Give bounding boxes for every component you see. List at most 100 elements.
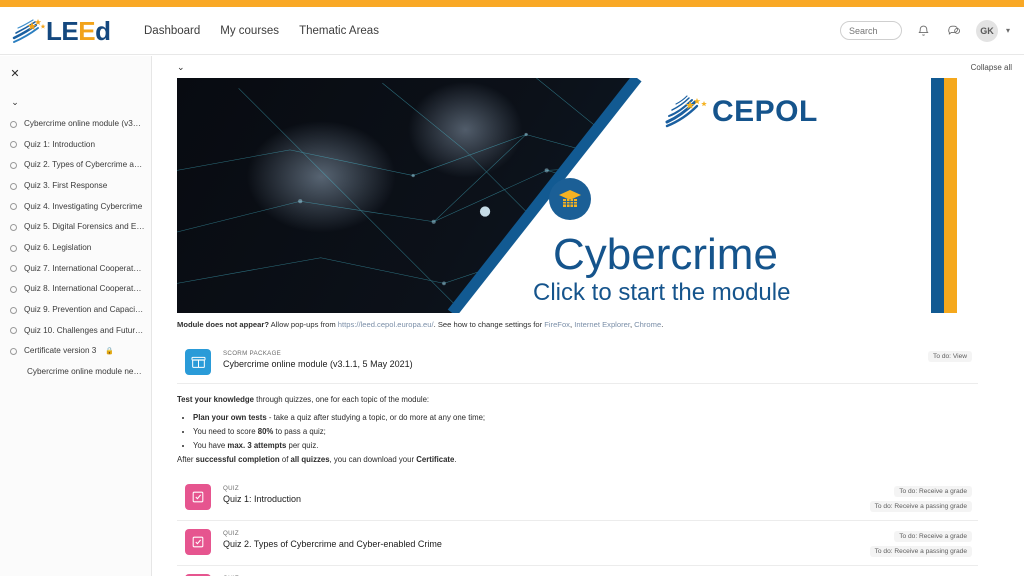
sidebar-item-12[interactable]: Cybercrime online module ne… — [0, 362, 151, 383]
bullet-1-pre: You need to score — [193, 426, 258, 436]
bullet-0-rest: - take a quiz after studying a topic, or… — [266, 412, 486, 422]
sidebar-item-label: Cybercrime online module (v3… — [24, 119, 141, 128]
activity-row-scorm[interactable]: SCORM PACKAGE Cybercrime online module (… — [177, 341, 978, 384]
sidebar-item-10[interactable]: Quiz 10. Challenges and Futur… — [0, 321, 151, 342]
graduation-cap-badge — [549, 178, 591, 220]
closing-mid: of — [279, 454, 291, 464]
intro-lead: Test your knowledge through quizzes, one… — [177, 394, 978, 406]
closing-b1: successful completion — [195, 454, 280, 464]
firefox-settings-link[interactable]: FireFox — [544, 320, 570, 329]
sidebar-item-4[interactable]: Quiz 4. Investigating Cybercrime — [0, 197, 151, 218]
completion-circle-icon — [10, 348, 17, 356]
activity-status: To do: View — [928, 349, 972, 362]
brand-text-d: d — [95, 15, 111, 46]
chevron-down-icon[interactable]: ⌄ — [8, 96, 22, 108]
sidebar-item-0[interactable]: Cybercrime online module (v3… — [0, 114, 151, 135]
note-end: . — [661, 320, 664, 329]
cepol-logo: CEPOL — [664, 95, 818, 129]
sidebar-item-label: Quiz 3. First Response — [24, 180, 108, 190]
sidebar-item-label: Quiz 5. Digital Forensics and E… — [24, 222, 145, 232]
user-menu-chevron-down-icon[interactable]: ▾ — [1006, 26, 1010, 35]
sidebar-item-8[interactable]: Quiz 8. International Cooperat… — [0, 279, 151, 300]
activity-kind-label: QUIZ — [223, 485, 239, 493]
activity-kind-label: QUIZ — [223, 530, 239, 538]
sidebar-item-2[interactable]: Quiz 2. Types of Cybercrime a… — [0, 155, 151, 176]
banner-blue-bar — [931, 78, 944, 313]
activity-name-link[interactable]: Quiz 1: Introduction — [223, 494, 870, 506]
nav-item-thematic-areas[interactable]: Thematic Areas — [299, 25, 379, 37]
activity-status: To do: Receive a grade To do: Receive a p… — [869, 529, 972, 558]
cepol-wordmark: CEPOL — [712, 95, 818, 128]
brand-wordmark: LEEd — [46, 15, 111, 46]
banner-orange-bar — [944, 78, 957, 313]
course-index-sidebar: ✕ ⌄ Cybercrime online module (v3… Quiz 1:… — [0, 56, 152, 576]
nav-item-dashboard[interactable]: Dashboard — [144, 25, 200, 37]
primary-nav: Dashboard My courses Thematic Areas — [144, 25, 379, 37]
top-accent-strip — [0, 0, 1024, 7]
banner-subtitle: Click to start the module — [533, 279, 791, 306]
sidebar-item-label: Quiz 2. Types of Cybercrime a… — [24, 160, 143, 170]
activity-name-link[interactable]: Quiz 2. Types of Cybercrime and Cyber-en… — [223, 539, 870, 551]
activity-row-quiz-1[interactable]: QUIZ Quiz 1: Introduction To do: Receive a… — [177, 476, 978, 522]
activity-row-quiz-3[interactable]: QUIZQuiz 3. First ResponseTo do: Receive… — [177, 566, 978, 576]
bullet-1-bold: 80% — [257, 426, 274, 436]
note-text-before: Allow pop-ups from — [268, 320, 338, 329]
sidebar-item-label: Cybercrime online module ne… — [27, 366, 142, 376]
avatar[interactable]: GK — [975, 19, 998, 42]
close-icon[interactable]: ✕ — [8, 66, 22, 80]
status-badge-todo-passing-grade: To do: Receive a passing grade — [869, 501, 972, 513]
sidebar-item-11[interactable]: Certificate version 3 🔒 — [0, 341, 151, 362]
module-banner-wrapper: CEPOL Cybercrime Click to start the modu… — [153, 78, 1024, 313]
sidebar-item-7[interactable]: Quiz 7. International Cooperat… — [0, 259, 151, 280]
completion-circle-icon — [10, 327, 17, 335]
quiz-icon — [185, 484, 211, 511]
note-text-after: . See how to change settings for — [433, 320, 545, 329]
closing-b3: Certificate — [416, 454, 455, 464]
intro-lead-bold: Test your knowledge — [177, 394, 254, 404]
search-input[interactable] — [839, 21, 902, 40]
bullet-0-bold: Plan your own tests — [193, 412, 267, 422]
graduation-cap-icon — [559, 190, 581, 207]
activity-name-link[interactable]: Cybercrime online module (v3.1.1, 5 May … — [223, 359, 928, 371]
banner-title: Cybercrime — [553, 230, 778, 279]
sidebar-item-label: Certificate version 3 — [24, 346, 97, 356]
completion-circle-icon — [10, 265, 17, 273]
module-banner[interactable]: CEPOL Cybercrime Click to start the modu… — [177, 78, 978, 313]
module-intro-text: Test your knowledge through quizzes, one… — [177, 394, 978, 466]
completion-circle-icon — [10, 182, 17, 190]
section-toolbar: ⌄ Collapse all — [153, 56, 1024, 78]
bullet-2-pre: You have — [193, 440, 228, 450]
quiz-icon — [185, 529, 211, 556]
collapse-all-link[interactable]: Collapse all — [971, 63, 1012, 72]
completion-circle-icon — [10, 286, 17, 294]
scorm-package-icon — [185, 348, 211, 375]
sidebar-item-5[interactable]: Quiz 5. Digital Forensics and E… — [0, 217, 151, 238]
nav-item-my-courses[interactable]: My courses — [220, 25, 279, 37]
messages-chat-icon[interactable] — [946, 23, 962, 39]
site-header: LEEd Dashboard My courses Thematic Areas… — [0, 7, 1024, 55]
status-badge-todo-grade: To do: Receive a grade — [894, 486, 972, 498]
notification-bell-icon[interactable] — [916, 23, 932, 39]
internet-explorer-settings-link[interactable]: Internet Explorer — [574, 320, 630, 329]
closing-b2: all quizzes — [290, 454, 330, 464]
popup-help-note: Module does not appear? Allow pop-ups fr… — [177, 320, 978, 331]
closing-end: . — [454, 454, 457, 464]
leed-url-link[interactable]: https://leed.cepol.europa.eu/ — [338, 320, 434, 329]
activity-row-quiz-2[interactable]: QUIZ Quiz 2. Types of Cybercrime and Cybe… — [177, 521, 978, 567]
sidebar-item-label: Quiz 10. Challenges and Futur… — [24, 325, 144, 335]
site-logo[interactable]: LEEd — [12, 16, 122, 46]
closing-post: , you can download your — [329, 454, 417, 464]
closing-pre: After — [177, 454, 196, 464]
sidebar-item-3[interactable]: Quiz 3. First Response — [0, 176, 151, 197]
sidebar-item-9[interactable]: Quiz 9. Prevention and Capaci… — [0, 300, 151, 321]
sidebar-item-1[interactable]: Quiz 1: Introduction — [0, 135, 151, 156]
note-bold-lead: Module does not appear? — [177, 320, 269, 329]
sidebar-item-6[interactable]: Quiz 6. Legislation — [0, 238, 151, 259]
sidebar-item-label: Quiz 7. International Cooperat… — [24, 263, 142, 273]
main-content: ⌄ Collapse all CEPOL Cybercrime Click to… — [153, 56, 1024, 576]
chrome-settings-link[interactable]: Chrome — [634, 320, 661, 329]
leed-star-swoosh-logo — [12, 18, 46, 43]
list-item: You have max. 3 attempts per quiz. — [193, 440, 978, 452]
completion-circle-icon — [10, 120, 17, 128]
section-chevron-down-icon[interactable]: ⌄ — [177, 62, 189, 73]
